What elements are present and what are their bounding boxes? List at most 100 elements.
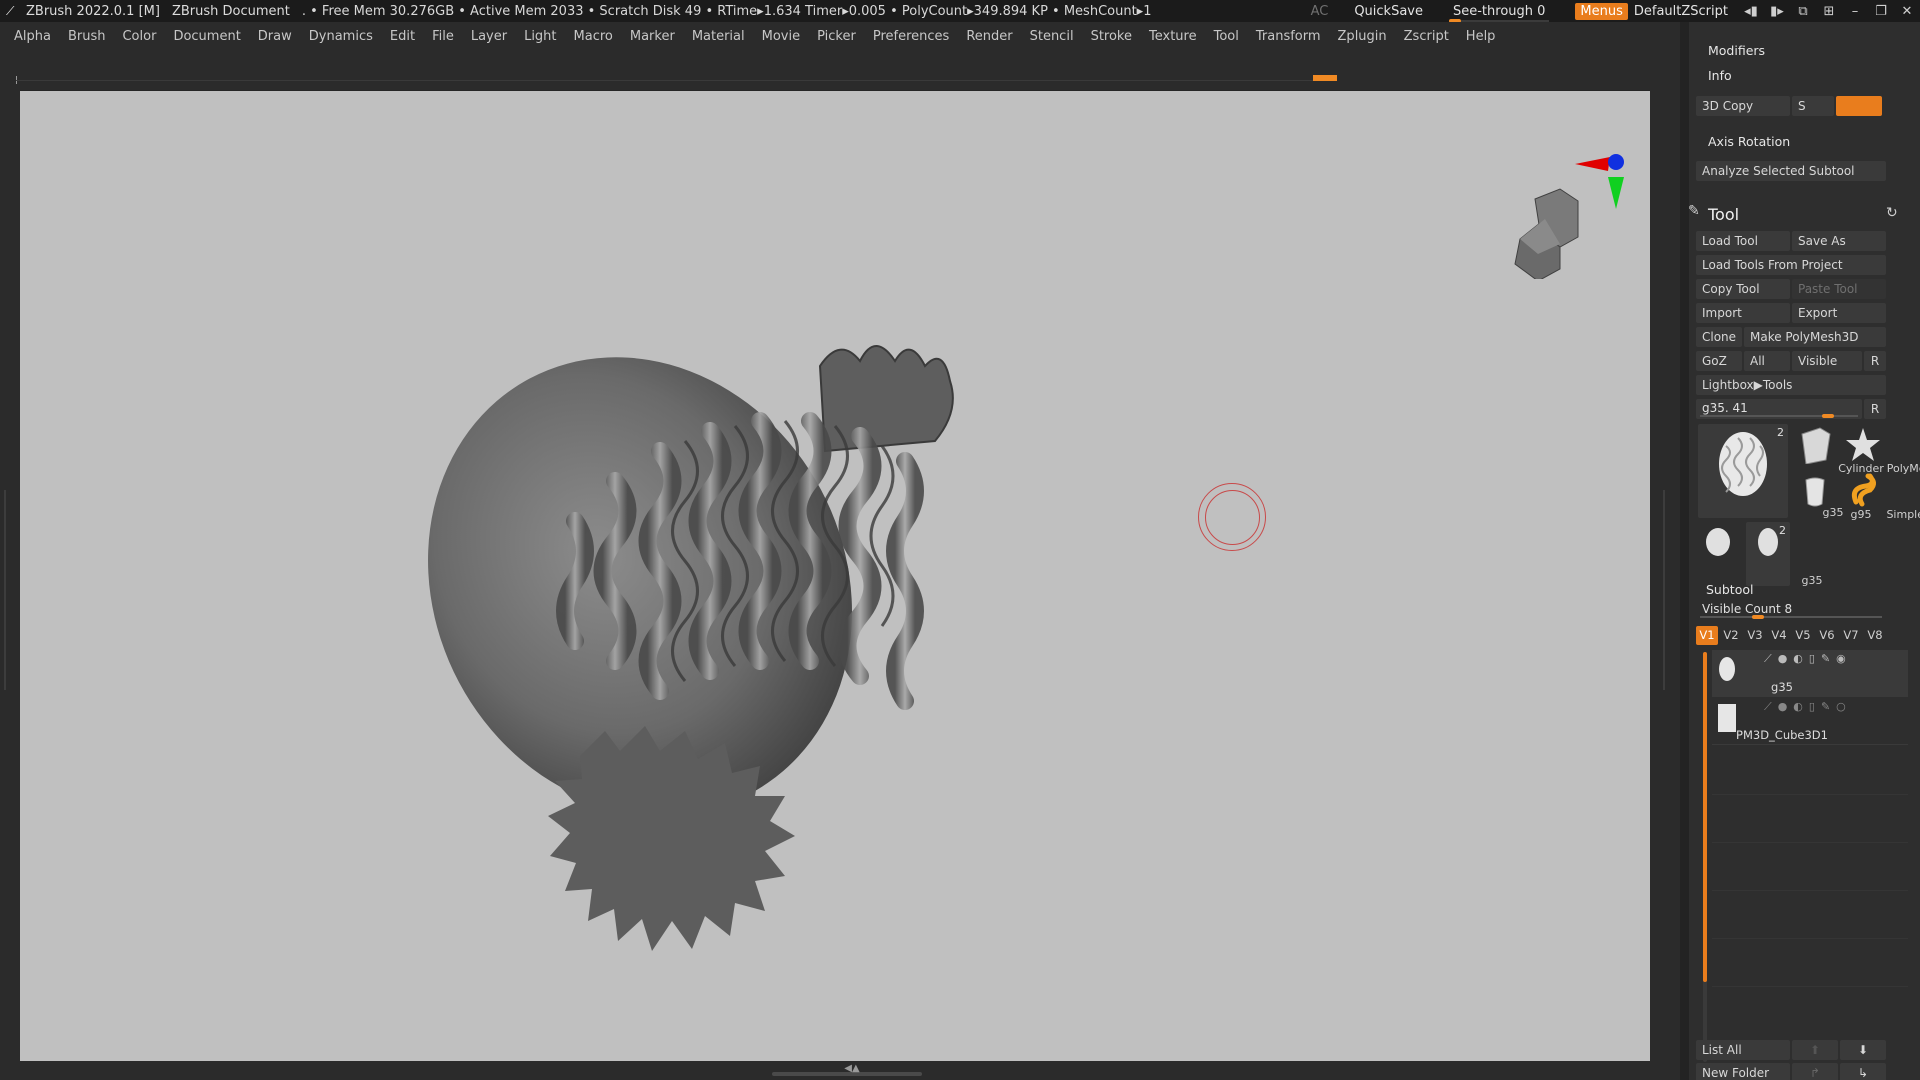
sculpt-mesh[interactable] [20, 91, 1650, 1061]
menu-preferences[interactable]: Preferences [873, 29, 949, 44]
menu-edit[interactable]: Edit [390, 29, 415, 44]
menu-material[interactable]: Material [692, 29, 745, 44]
goz-visible-button[interactable]: Visible [1792, 351, 1862, 371]
move-down-icon[interactable]: ⬇ [1840, 1040, 1886, 1060]
menu-help[interactable]: Help [1466, 29, 1496, 44]
subtool-scroll-thumb[interactable] [1703, 652, 1707, 982]
palette-scrollbar[interactable] [1680, 22, 1689, 1080]
new-folder-button[interactable]: New Folder [1696, 1063, 1790, 1080]
tool-thumb-g35-main[interactable]: 2 g35 [1698, 424, 1843, 519]
export-button[interactable]: Export [1792, 303, 1886, 323]
tool-thumb-g35-small[interactable]: 2 g35 [1746, 522, 1822, 587]
view-v8-button[interactable]: V8 [1864, 626, 1886, 645]
subtool-controls-icons[interactable]: ⟋●◐▯✎◉ [1764, 652, 1852, 666]
subtool-controls-icons[interactable]: ⟋●◐▯✎○ [1764, 700, 1852, 714]
subtool-row-g35[interactable]: ⟋●◐▯✎◉ g35 [1712, 650, 1908, 697]
menu-stencil[interactable]: Stencil [1030, 29, 1074, 44]
view-v5-button[interactable]: V5 [1792, 626, 1814, 645]
view-v7-button[interactable]: V7 [1840, 626, 1862, 645]
view-v4-button[interactable]: V4 [1768, 626, 1790, 645]
subtool-empty-row [1712, 986, 1908, 987]
paste-tool-button[interactable]: Paste Tool [1792, 279, 1886, 299]
value-field[interactable] [1836, 96, 1882, 116]
refresh-icon[interactable]: ↻ [1886, 205, 1898, 221]
modifiers-header[interactable]: Modifiers [1708, 43, 1765, 58]
menu-picker[interactable]: Picker [817, 29, 856, 44]
visible-count-slider[interactable]: Visible Count 8 [1696, 600, 1886, 620]
menu-dynamics[interactable]: Dynamics [309, 29, 373, 44]
menu-macro[interactable]: Macro [574, 29, 613, 44]
tool-thumb-simpleb-label: SimpleB [1886, 508, 1920, 521]
default-zscript-button[interactable]: DefaultZScript [1634, 4, 1728, 19]
load-tools-from-project-button[interactable]: Load Tools From Project [1696, 255, 1886, 275]
bottom-tray-toggle-icon[interactable]: ◀▲ [842, 1063, 862, 1074]
see-through-slider[interactable]: See-through 0 [1448, 4, 1550, 23]
redo-arrow-icon[interactable]: ↱ [1792, 1063, 1838, 1080]
right-tray-handle[interactable] [1659, 490, 1665, 690]
s-toggle[interactable]: S [1792, 96, 1834, 116]
menus-toggle-button[interactable]: Menus [1575, 2, 1628, 20]
menu-transform[interactable]: Transform [1256, 29, 1321, 44]
menu-document[interactable]: Document [173, 29, 240, 44]
insert-arrow-icon[interactable]: ↳ [1840, 1063, 1886, 1080]
visible-count-knob[interactable] [1752, 615, 1764, 619]
menu-light[interactable]: Light [524, 29, 556, 44]
info-header[interactable]: Info [1708, 68, 1732, 83]
menu-draw[interactable]: Draw [258, 29, 292, 44]
menu-zscript[interactable]: Zscript [1404, 29, 1449, 44]
tool-thumb-simpleb[interactable]: SimpleB [1840, 472, 1920, 534]
tool-slider[interactable]: g35. 41 [1696, 399, 1862, 419]
menu-marker[interactable]: Marker [630, 29, 675, 44]
menu-file[interactable]: File [432, 29, 454, 44]
shelf-marker[interactable] [1313, 75, 1337, 81]
dock-icon[interactable]: ⊞ [1816, 4, 1842, 19]
layout-right-icon[interactable]: ▮▸ [1764, 4, 1790, 19]
copy-tool-button[interactable]: Copy Tool [1696, 279, 1790, 299]
ac-button[interactable]: AC [1311, 4, 1329, 19]
navigation-cube[interactable] [1490, 119, 1630, 279]
menu-color[interactable]: Color [122, 29, 156, 44]
view-v6-button[interactable]: V6 [1816, 626, 1838, 645]
close-icon[interactable]: ✕ [1894, 4, 1920, 19]
minimize-icon[interactable]: – [1842, 4, 1868, 19]
goz-button[interactable]: GoZ [1696, 351, 1742, 371]
menu-brush[interactable]: Brush [68, 29, 106, 44]
tool-palette-title[interactable]: Tool [1708, 205, 1739, 224]
goz-all-button[interactable]: All [1744, 351, 1790, 371]
view-v2-button[interactable]: V2 [1720, 626, 1742, 645]
import-button[interactable]: Import [1696, 303, 1790, 323]
tool-slider-knob[interactable] [1822, 414, 1834, 418]
menu-stroke[interactable]: Stroke [1091, 29, 1132, 44]
document-canvas[interactable] [20, 91, 1650, 1061]
menu-alpha[interactable]: Alpha [14, 29, 51, 44]
left-tray-handle[interactable] [4, 490, 10, 690]
window-layout-icon[interactable]: ⧉ [1790, 4, 1816, 19]
quicksave-button[interactable]: QuickSave [1354, 4, 1423, 19]
analyze-subtool-button[interactable]: Analyze Selected Subtool [1696, 161, 1886, 181]
tool-thumb-g95[interactable]: g95 [1792, 472, 1871, 534]
layout-left-icon[interactable]: ◂▮ [1738, 4, 1764, 19]
menu-texture[interactable]: Texture [1149, 29, 1197, 44]
view-v3-button[interactable]: V3 [1744, 626, 1766, 645]
view-v1-button[interactable]: V1 [1696, 626, 1718, 645]
menu-render[interactable]: Render [966, 29, 1012, 44]
subtool-row-pm3d-cube[interactable]: ⟋●◐▯✎○ PM3D_Cube3D1 [1712, 698, 1908, 745]
move-up-icon[interactable]: ⬆ [1792, 1040, 1838, 1060]
list-all-button[interactable]: List All [1696, 1040, 1790, 1060]
goz-r-button[interactable]: R [1864, 351, 1886, 371]
menu-layer[interactable]: Layer [471, 29, 507, 44]
clone-button[interactable]: Clone [1696, 327, 1742, 347]
make-polymesh3d-button[interactable]: Make PolyMesh3D [1744, 327, 1886, 347]
lightbox-tools-button[interactable]: Lightbox▶Tools [1696, 375, 1886, 395]
menu-tool[interactable]: Tool [1214, 29, 1239, 44]
tool-thumb-g91[interactable]: g91 [1698, 522, 1768, 584]
axis-rotation-header[interactable]: Axis Rotation [1708, 134, 1790, 149]
load-tool-button[interactable]: Load Tool [1696, 231, 1790, 251]
menu-movie[interactable]: Movie [762, 29, 800, 44]
copy-3d-button[interactable]: 3D Copy [1696, 96, 1790, 116]
restore-icon[interactable]: ❐ [1868, 4, 1894, 19]
tool-slider-r-button[interactable]: R [1864, 399, 1886, 419]
subtool-header[interactable]: Subtool [1706, 582, 1753, 597]
menu-zplugin[interactable]: Zplugin [1338, 29, 1387, 44]
save-as-button[interactable]: Save As [1792, 231, 1886, 251]
